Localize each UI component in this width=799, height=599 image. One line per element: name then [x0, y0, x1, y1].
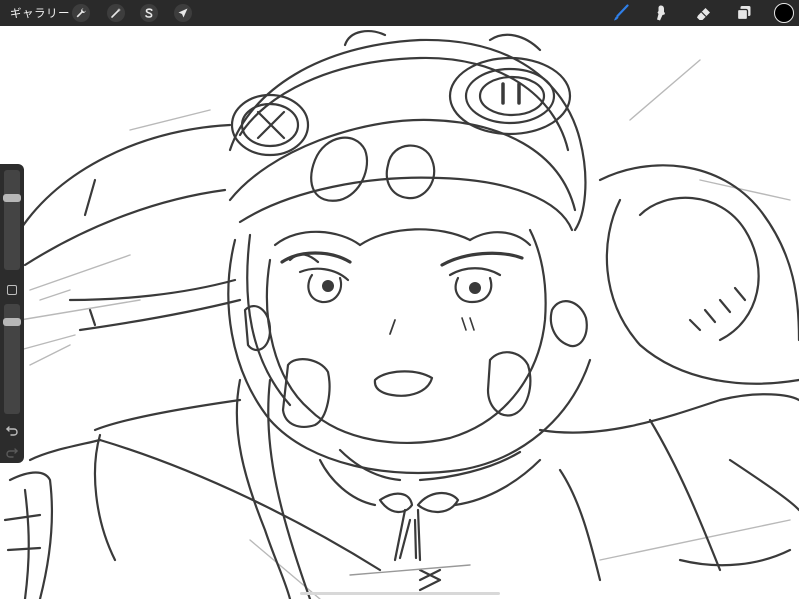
color-picker-swatch[interactable] — [774, 3, 794, 23]
brush-size-slider[interactable] — [3, 170, 21, 270]
gallery-button[interactable]: ギャラリー — [10, 4, 70, 22]
top-toolbar: ギャラリー — [0, 0, 799, 26]
home-indicator — [300, 592, 500, 595]
brush-size-thumb[interactable] — [3, 194, 21, 202]
selection-s-icon[interactable] — [140, 4, 158, 22]
sketch-artwork — [3, 30, 799, 599]
transform-arrow-icon[interactable] — [174, 4, 192, 22]
eraser-icon[interactable] — [694, 3, 714, 23]
redo-icon[interactable] — [5, 444, 19, 458]
modify-button[interactable] — [7, 285, 17, 295]
adjustments-wand-icon[interactable] — [107, 4, 125, 22]
smudge-icon[interactable] — [651, 3, 671, 23]
drawing-canvas[interactable] — [0, 26, 799, 599]
opacity-slider[interactable] — [3, 304, 21, 414]
opacity-thumb[interactable] — [3, 318, 21, 326]
layers-icon[interactable] — [734, 3, 754, 23]
undo-icon[interactable] — [5, 422, 19, 436]
brush-icon[interactable] — [611, 3, 631, 23]
actions-wrench-icon[interactable] — [72, 4, 90, 22]
left-sidebar — [0, 164, 24, 463]
